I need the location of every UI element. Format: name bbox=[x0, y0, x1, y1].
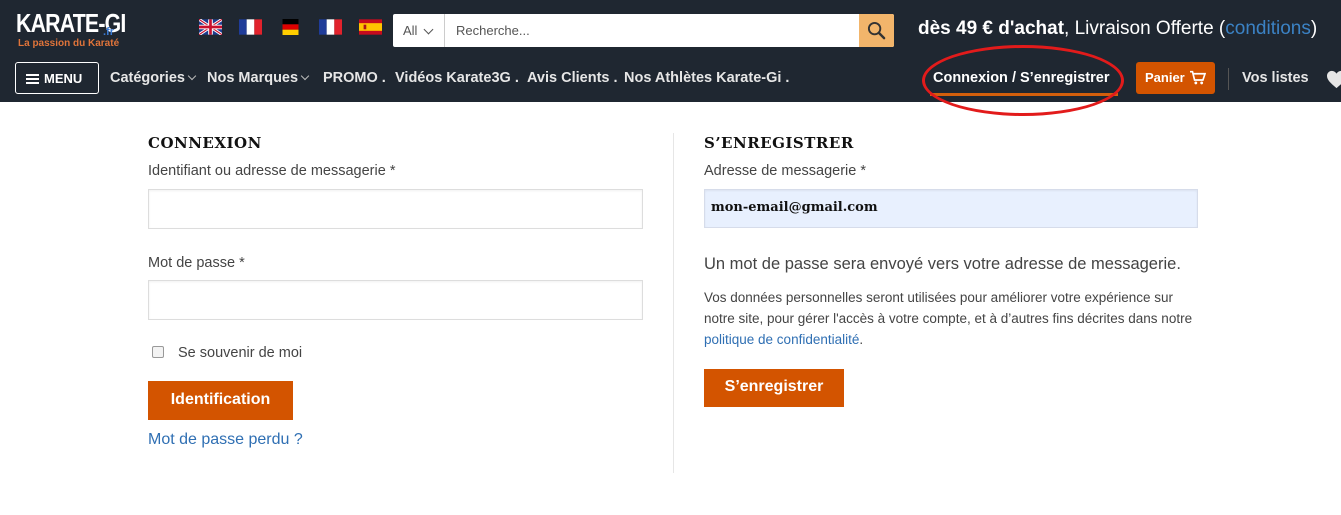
password-info: Un mot de passe sera envoyé vers votre a… bbox=[704, 255, 1181, 273]
heart-icon bbox=[1327, 70, 1341, 89]
cart-icon bbox=[1190, 70, 1206, 85]
password-label: Mot de passe * bbox=[148, 255, 245, 271]
cart-button[interactable]: Panier bbox=[1136, 62, 1215, 94]
nav-item-categories[interactable]: Catégories bbox=[110, 70, 197, 86]
nav-item-brands[interactable]: Nos Marques bbox=[207, 70, 310, 86]
nav-item-label: Catégories bbox=[110, 70, 185, 86]
promo-threshold: dès 49 € d'achat bbox=[918, 18, 1065, 39]
remember-label: Se souvenir de moi bbox=[178, 345, 303, 361]
nav-item-videos[interactable]: Vidéos Karate3G . bbox=[395, 70, 519, 86]
login-title: CONNEXION bbox=[148, 134, 262, 152]
search-category-value: All bbox=[403, 23, 418, 38]
username-field[interactable] bbox=[148, 189, 643, 229]
username-label: Identifiant ou adresse de messagerie * bbox=[148, 163, 396, 179]
lost-password-link[interactable]: Mot de passe perdu ? bbox=[148, 431, 303, 449]
search-button[interactable] bbox=[859, 14, 894, 47]
flag-france-icon[interactable] bbox=[239, 19, 262, 35]
register-button[interactable]: S’enregistrer bbox=[704, 369, 844, 407]
nav-item-athletes[interactable]: Nos Athlètes Karate-Gi . bbox=[624, 70, 789, 86]
menu-button[interactable]: MENU bbox=[15, 62, 99, 94]
logo-tagline: La passion du Karaté bbox=[18, 38, 120, 49]
remember-checkbox[interactable] bbox=[152, 346, 164, 358]
chevron-down-icon bbox=[187, 71, 197, 81]
search-input[interactable] bbox=[446, 14, 859, 47]
cart-button-label: Panier bbox=[1145, 70, 1185, 85]
search-bar: All bbox=[393, 14, 894, 47]
column-divider bbox=[673, 133, 674, 473]
chevron-down-icon bbox=[300, 71, 310, 81]
nav-item-promo[interactable]: PROMO . bbox=[323, 70, 386, 86]
password-field[interactable] bbox=[148, 280, 643, 320]
email-value: mon-email@gmail.com bbox=[711, 200, 878, 215]
flag-germany-icon[interactable] bbox=[279, 19, 302, 35]
main-nav: MENU Catégories Nos Marques PROMO . Vidé… bbox=[0, 60, 1341, 102]
privacy-notice: Vos données personnelles seront utilisée… bbox=[704, 287, 1194, 350]
menu-button-label: MENU bbox=[44, 71, 83, 86]
login-button[interactable]: Identification bbox=[148, 381, 293, 420]
wishlist-link[interactable]: Vos listes bbox=[1242, 70, 1341, 89]
nav-item-label: Nos Marques bbox=[207, 70, 299, 86]
nav-item-reviews[interactable]: Avis Clients . bbox=[527, 70, 618, 86]
search-category-select[interactable]: All bbox=[393, 14, 445, 47]
email-label: Adresse de messagerie * bbox=[704, 163, 866, 179]
flag-france-icon[interactable] bbox=[319, 19, 342, 35]
privacy-end: . bbox=[859, 332, 864, 347]
nav-divider bbox=[1228, 68, 1229, 90]
register-title: S’ENREGISTRER bbox=[704, 134, 854, 152]
site-logo[interactable]: KARATE-GI .fr La passion du Karaté bbox=[16, 8, 150, 49]
flag-uk-icon[interactable] bbox=[199, 19, 222, 35]
privacy-policy-link[interactable]: politique de confidentialité bbox=[704, 332, 859, 347]
email-field[interactable]: mon-email@gmail.com bbox=[704, 189, 1198, 228]
logo-tld: .fr bbox=[103, 26, 114, 38]
flag-spain-icon[interactable] bbox=[359, 19, 382, 35]
promo-conditions-link[interactable]: conditions bbox=[1225, 18, 1311, 39]
top-bar: KARATE-GI .fr La passion du Karaté All R… bbox=[0, 0, 1341, 60]
promo-end: ) bbox=[1310, 18, 1318, 39]
privacy-text: Vos données personnelles seront utilisée… bbox=[704, 290, 1193, 326]
chevron-down-icon bbox=[423, 24, 434, 35]
annotation-circle bbox=[922, 45, 1124, 116]
search-icon bbox=[867, 21, 886, 40]
hamburger-icon bbox=[26, 74, 39, 84]
promo-text: , Livraison Offerte ( bbox=[1064, 18, 1226, 39]
shipping-promo: dès 49 € d'achat, Livraison Offerte (con… bbox=[918, 18, 1317, 40]
language-flags bbox=[199, 19, 382, 35]
wishlist-label: Vos listes bbox=[1242, 70, 1309, 86]
